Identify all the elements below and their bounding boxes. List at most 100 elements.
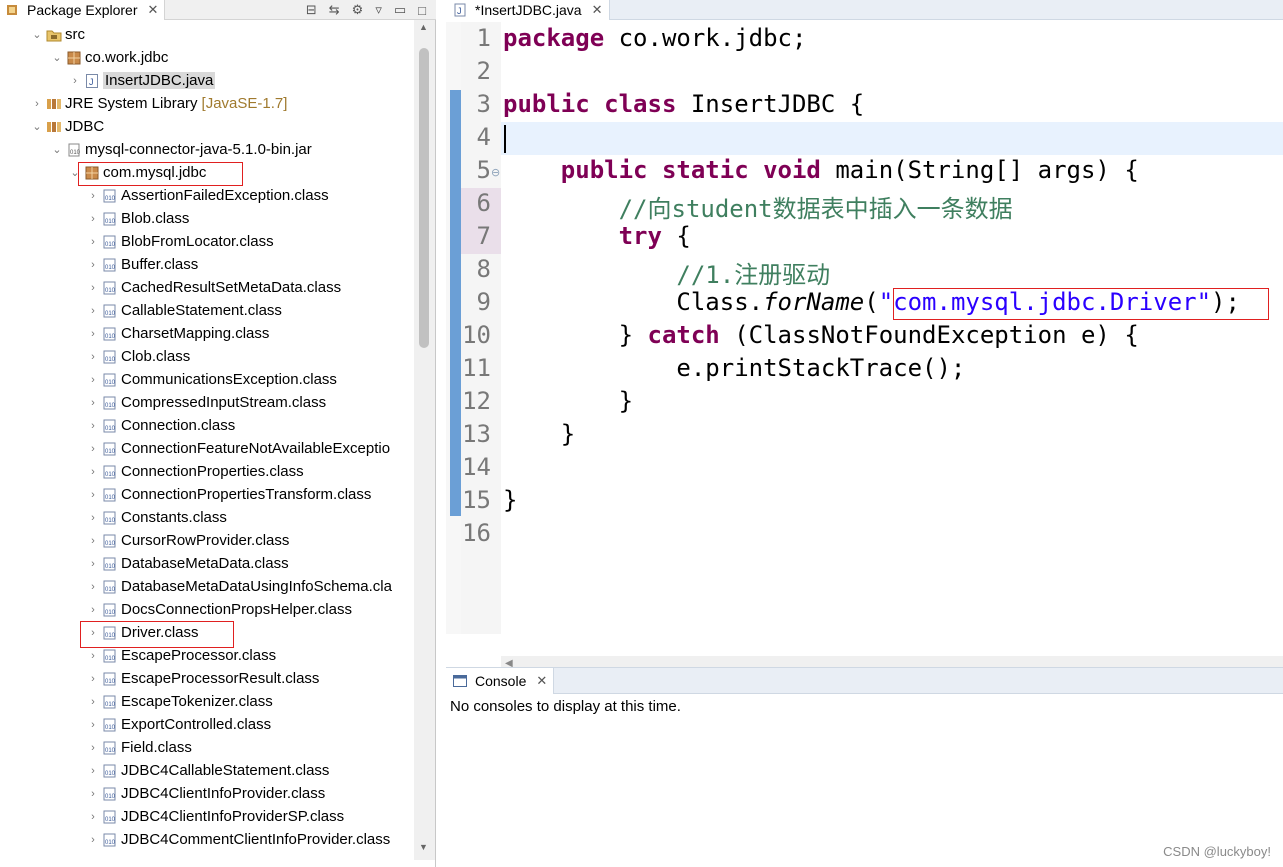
chevron-right-icon[interactable]: ›	[86, 581, 100, 593]
tree-item[interactable]: › JRE System Library [JavaSE-1.7]	[30, 92, 287, 115]
chevron-right-icon[interactable]: ›	[86, 765, 100, 777]
tree-item[interactable]: › 010 Buffer.class	[86, 253, 198, 276]
line-number: 15	[462, 486, 491, 514]
chevron-right-icon[interactable]: ›	[86, 236, 100, 248]
tree-item[interactable]: › J InsertJDBC.java	[68, 69, 216, 92]
package-explorer-icon	[4, 2, 20, 18]
close-icon[interactable]: ✕	[536, 673, 547, 689]
svg-text:010: 010	[105, 840, 116, 846]
tree-item[interactable]: › 010 DatabaseMetaDataUsingInfoSchema.cla	[86, 575, 392, 598]
tree-item[interactable]: › 010 CallableStatement.class	[86, 299, 282, 322]
svg-text:010: 010	[105, 288, 116, 294]
chevron-right-icon[interactable]: ›	[86, 834, 100, 846]
line-number: 13	[462, 420, 491, 448]
line-number: 14	[462, 453, 491, 481]
tab-insertjdbc-java[interactable]: J *InsertJDBC.java ✕	[446, 0, 610, 20]
fold-collapse-icon[interactable]: ⊖	[491, 166, 500, 179]
tree-item[interactable]: › 010 CharsetMapping.class	[86, 322, 269, 345]
vertical-scrollbar[interactable]: ▲ ▼	[414, 20, 435, 860]
chevron-down-icon[interactable]: ⌄	[30, 28, 44, 41]
chevron-down-icon[interactable]: ⌄	[50, 143, 64, 156]
chevron-right-icon[interactable]: ›	[86, 397, 100, 409]
tree-item[interactable]: › 010 DatabaseMetaData.class	[86, 552, 288, 575]
chevron-right-icon[interactable]: ›	[86, 788, 100, 800]
tree-item[interactable]: › 010 BlobFromLocator.class	[86, 230, 273, 253]
chevron-right-icon[interactable]: ›	[86, 190, 100, 202]
chevron-right-icon[interactable]: ›	[86, 351, 100, 363]
tree-item[interactable]: ⌄ 010 mysql-connector-java-5.1.0-bin.jar	[50, 138, 311, 161]
chevron-right-icon[interactable]: ›	[86, 420, 100, 432]
tree-item-suffix: [JavaSE-1.7]	[201, 95, 288, 112]
chevron-down-icon[interactable]: ⌄	[50, 51, 64, 64]
minimize-icon[interactable]: ▭	[394, 2, 406, 18]
tree-item[interactable]: › 010 EscapeTokenizer.class	[86, 690, 273, 713]
chevron-right-icon[interactable]: ›	[86, 328, 100, 340]
tree-item[interactable]: › 010 JDBC4ClientInfoProvider.class	[86, 782, 325, 805]
scrollbar-thumb[interactable]	[419, 48, 429, 348]
keyword: try	[618, 222, 662, 250]
tree-item[interactable]: › 010 Field.class	[86, 736, 192, 759]
filter-icon[interactable]: ⚙	[352, 2, 364, 18]
close-icon[interactable]: ✕	[592, 2, 603, 18]
link-with-editor-icon[interactable]: ⇆	[329, 2, 340, 18]
chevron-right-icon[interactable]: ›	[86, 811, 100, 823]
chevron-right-icon[interactable]: ›	[86, 535, 100, 547]
chevron-right-icon[interactable]: ›	[86, 374, 100, 386]
tree-item[interactable]: › 010 CommunicationsException.class	[86, 368, 337, 391]
chevron-right-icon[interactable]: ›	[86, 696, 100, 708]
tree-item[interactable]: › 010 CursorRowProvider.class	[86, 529, 289, 552]
collapse-all-icon[interactable]: ⊟	[306, 2, 317, 18]
chevron-right-icon[interactable]: ›	[86, 604, 100, 616]
tree-item[interactable]: › 010 Constants.class	[86, 506, 227, 529]
chevron-right-icon[interactable]: ›	[86, 443, 100, 455]
chevron-down-icon[interactable]: ⌄	[30, 120, 44, 133]
chevron-right-icon[interactable]: ›	[86, 673, 100, 685]
line-number: 1	[476, 24, 491, 52]
chevron-right-icon[interactable]: ›	[86, 742, 100, 754]
scroll-up-icon[interactable]: ▲	[419, 22, 428, 32]
tree-item-label: EscapeProcessor.class	[121, 647, 277, 664]
tree-item[interactable]: › 010 Blob.class	[86, 207, 189, 230]
chevron-right-icon[interactable]: ›	[86, 213, 100, 225]
chevron-right-icon[interactable]: ›	[86, 282, 100, 294]
tab-package-explorer[interactable]: Package Explorer ✕	[0, 0, 166, 20]
close-icon[interactable]: ✕	[148, 2, 159, 18]
tree-item[interactable]: › 010 CompressedInputStream.class	[86, 391, 326, 414]
chevron-right-icon[interactable]: ›	[86, 466, 100, 478]
chevron-right-icon[interactable]: ›	[86, 305, 100, 317]
tree-item[interactable]: › 010 JDBC4CommentClientInfoProvider.class	[86, 828, 390, 851]
tree-item[interactable]: ⌄ JDBC	[30, 115, 104, 138]
scroll-down-icon[interactable]: ▼	[419, 842, 428, 852]
editor-body[interactable]: 1 2 3 4 5 6 7 8 9 10 11 12 13 14 15 16 ⊖ package co.wor…	[446, 22, 1283, 674]
tree-item[interactable]: › 010 JDBC4ClientInfoProviderSP.class	[86, 805, 344, 828]
tree-item[interactable]: › 010 CachedResultSetMetaData.class	[86, 276, 341, 299]
chevron-right-icon[interactable]: ›	[86, 259, 100, 271]
chevron-right-icon[interactable]: ›	[30, 98, 44, 110]
tree-item[interactable]: › 010 ConnectionPropertiesTransform.class	[86, 483, 371, 506]
chevron-right-icon[interactable]: ›	[86, 512, 100, 524]
tab-console[interactable]: Console ✕	[446, 668, 555, 694]
tree-item-label: ConnectionProperties.class	[121, 463, 304, 480]
tree-item[interactable]: › 010 Connection.class	[86, 414, 235, 437]
tree-item[interactable]: › 010 ConnectionProperties.class	[86, 460, 304, 483]
maximize-icon[interactable]: □	[418, 3, 426, 18]
highlight-box-driver-string	[893, 288, 1269, 320]
tree-item[interactable]: ⌄ co.work.jdbc	[50, 46, 168, 69]
svg-text:010: 010	[105, 403, 116, 409]
view-menu-icon[interactable]: ▿	[375, 2, 382, 18]
tree-item[interactable]: › 010 DocsConnectionPropsHelper.class	[86, 598, 352, 621]
tree-item[interactable]: › 010 AssertionFailedException.class	[86, 184, 328, 207]
tree-item[interactable]: › 010 ConnectionFeatureNotAvailableExcepti…	[86, 437, 390, 460]
tree-item[interactable]: › 010 JDBC4CallableStatement.class	[86, 759, 329, 782]
chevron-right-icon[interactable]: ›	[86, 650, 100, 662]
tree-item[interactable]: › 010 EscapeProcessorResult.class	[86, 667, 319, 690]
tree-item[interactable]: ⌄ src	[30, 23, 85, 46]
chevron-right-icon[interactable]: ›	[86, 719, 100, 731]
chevron-right-icon[interactable]: ›	[68, 75, 82, 87]
chevron-right-icon[interactable]: ›	[86, 558, 100, 570]
tree-item[interactable]: › 010 ExportControlled.class	[86, 713, 271, 736]
svg-text:010: 010	[105, 771, 116, 777]
chevron-right-icon[interactable]: ›	[86, 489, 100, 501]
tree-item[interactable]: › 010 Clob.class	[86, 345, 190, 368]
tree-item-label: CursorRowProvider.class	[121, 532, 290, 549]
